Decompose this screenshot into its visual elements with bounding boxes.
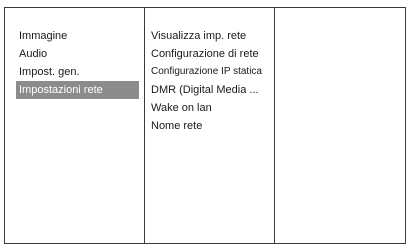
submenu-item-dmr[interactable]: DMR (Digital Media ... (151, 81, 273, 99)
column-divider (144, 8, 145, 243)
menu-panel: Immagine Audio Impost. gen. Impostazioni… (4, 7, 406, 244)
column-divider (274, 8, 275, 243)
menu-item-audio[interactable]: Audio (16, 45, 139, 63)
submenu-item-configurazione-ip-statica[interactable]: Configurazione IP statica (151, 63, 273, 81)
submenu-item-configurazione-di-rete[interactable]: Configurazione di rete (151, 45, 273, 63)
submenu-item-nome-rete[interactable]: Nome rete (151, 117, 273, 135)
sub-menu: Visualizza imp. rete Configurazione di r… (151, 27, 273, 135)
submenu-item-visualizza-imp-rete[interactable]: Visualizza imp. rete (151, 27, 273, 45)
submenu-item-wake-on-lan[interactable]: Wake on lan (151, 99, 273, 117)
main-menu: Immagine Audio Impost. gen. Impostazioni… (16, 27, 139, 99)
menu-item-impost-gen[interactable]: Impost. gen. (16, 63, 139, 81)
menu-item-impostazioni-rete[interactable]: Impostazioni rete (16, 81, 139, 99)
menu-item-immagine[interactable]: Immagine (16, 27, 139, 45)
